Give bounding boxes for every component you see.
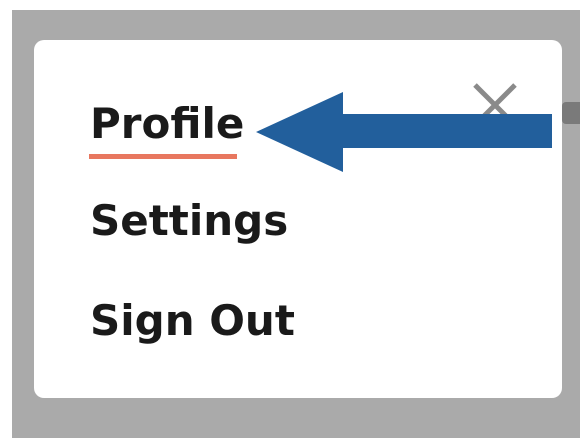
menu-item-sign-out[interactable]: Sign Out <box>90 296 295 346</box>
menu-item-profile[interactable]: Profile <box>90 99 244 149</box>
active-indicator <box>89 154 237 159</box>
menu-item-settings[interactable]: Settings <box>90 196 288 246</box>
left-arrow-icon <box>256 92 552 172</box>
background-element <box>562 102 580 124</box>
